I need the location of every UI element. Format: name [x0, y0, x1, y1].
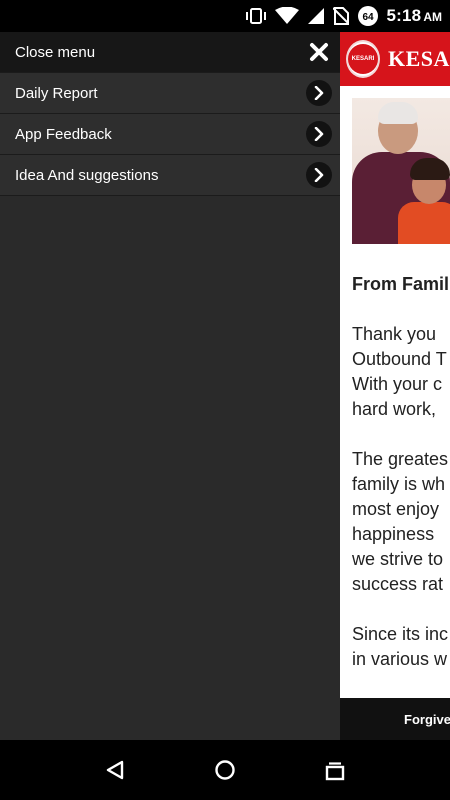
side-menu: Close menu Daily Report App Feedback Ide…	[0, 32, 340, 740]
home-button[interactable]	[205, 750, 245, 790]
menu-item-label: App Feedback	[15, 125, 112, 143]
menu-item-idea-suggestions[interactable]: Idea And suggestions	[0, 155, 340, 196]
clock-ampm: AM	[423, 10, 442, 24]
chevron-right-icon	[306, 80, 332, 106]
family-photo	[352, 98, 450, 244]
back-button[interactable]	[95, 750, 135, 790]
app-header: KESARI KESARI	[340, 32, 450, 86]
logo-text: KESARI	[348, 44, 378, 74]
article-paragraph-1: Thank you Outbound T With your c hard wo…	[352, 324, 447, 419]
battery-icon: 64	[357, 5, 379, 27]
recents-icon	[325, 762, 345, 781]
brand-title: KESARI	[388, 46, 450, 71]
menu-item-daily-report[interactable]: Daily Report	[0, 73, 340, 114]
chevron-right-icon	[306, 121, 332, 147]
close-icon[interactable]	[306, 39, 332, 65]
wifi-icon	[274, 7, 299, 25]
article-paragraph-2: The greates family is wh most enjoy happ…	[352, 449, 449, 594]
app-logo[interactable]: KESARI	[346, 40, 380, 78]
back-icon	[106, 760, 124, 780]
clock: 5:18 AM	[387, 6, 443, 26]
signal-icon	[307, 7, 325, 25]
close-menu-button[interactable]: Close menu	[0, 32, 340, 73]
footer-banner[interactable]: Forgive	[340, 698, 450, 740]
menu-item-app-feedback[interactable]: App Feedback	[0, 114, 340, 155]
article-text: From Famil Thank you Outbound T With you…	[352, 272, 450, 697]
no-sim-icon	[332, 7, 349, 25]
navigation-bar	[0, 740, 450, 800]
svg-text:64: 64	[362, 12, 374, 23]
article-paragraph-3: Since its inc in various w	[352, 624, 449, 669]
menu-item-label: Idea And suggestions	[15, 166, 159, 184]
vibrate-icon	[245, 8, 267, 24]
home-icon	[215, 760, 235, 780]
footer-text: Forgive	[404, 711, 450, 727]
close-menu-label: Close menu	[15, 43, 96, 61]
app-content[interactable]: KESARI KESARI From Famil Thank you Outbo…	[340, 32, 450, 740]
recents-button[interactable]	[315, 750, 355, 790]
article-heading: From Famil	[352, 274, 450, 294]
status-bar: 64 5:18 AM	[0, 0, 450, 32]
chevron-right-icon	[306, 162, 332, 188]
clock-time: 5:18	[386, 6, 422, 25]
menu-item-label: Daily Report	[15, 84, 98, 102]
